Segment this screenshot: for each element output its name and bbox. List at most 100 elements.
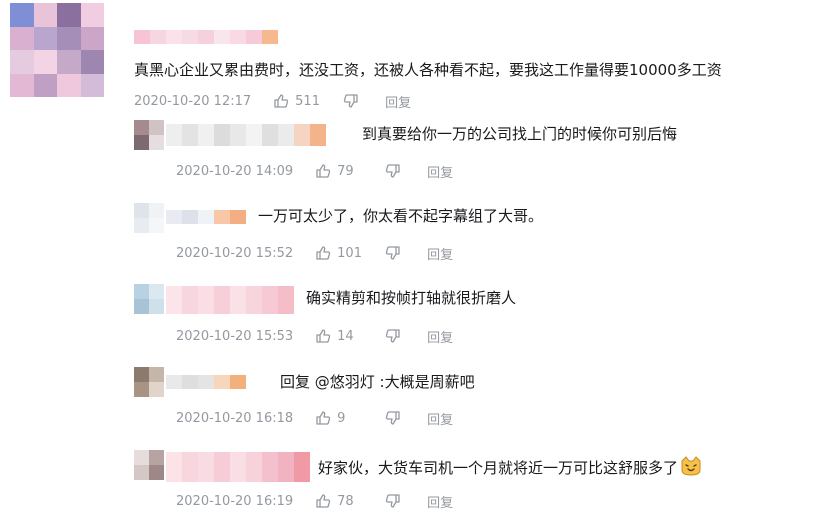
reply-button[interactable]: 回复 — [427, 409, 453, 428]
comment-timestamp: 2020-10-20 16:18 — [176, 410, 294, 426]
username[interactable] — [134, 30, 278, 44]
avatar-pixel — [80, 73, 104, 97]
username-pixel — [294, 452, 310, 482]
avatar-pixel — [10, 26, 34, 50]
reply-button[interactable]: 回复 — [427, 162, 453, 181]
thumbs-down-icon — [343, 94, 358, 108]
avatar[interactable] — [134, 203, 164, 233]
avatar-pixel — [80, 26, 104, 50]
username[interactable] — [166, 210, 246, 224]
like-count: 78 — [337, 493, 354, 509]
avatar-pixel — [57, 26, 81, 50]
username-pixel — [166, 210, 182, 224]
avatar[interactable] — [134, 284, 164, 314]
comment-timestamp: 2020-10-20 15:53 — [176, 328, 294, 344]
username[interactable] — [166, 375, 246, 389]
avatar-pixel — [33, 73, 57, 97]
avatar[interactable] — [134, 120, 164, 150]
username-pixel — [182, 210, 198, 224]
avatar-pixel — [149, 203, 164, 218]
avatar-pixel — [149, 450, 164, 465]
username-pixel — [230, 124, 246, 146]
username-pixel — [166, 375, 182, 389]
reply-button[interactable]: 回复 — [427, 492, 453, 511]
username-pixel — [246, 452, 262, 482]
dislike-button[interactable] — [385, 410, 401, 426]
thumbs-down-icon — [385, 494, 400, 508]
comment-text: 到真要给你一万的公司找上门的时候你可别后悔 — [362, 125, 678, 143]
comment-meta: 2020-10-20 15:52 101 回复 — [176, 243, 453, 263]
thumbs-up-icon — [274, 94, 289, 108]
username-pixel — [230, 30, 246, 44]
comment-text: 一万可太少了，你太看不起字幕组了大哥。 — [258, 207, 544, 225]
avatar-pixel — [33, 26, 57, 50]
username-pixel — [150, 30, 166, 44]
comment-timestamp: 2020-10-20 12:17 — [134, 93, 252, 109]
username[interactable] — [166, 452, 310, 482]
username[interactable] — [166, 124, 326, 146]
avatar[interactable] — [134, 450, 164, 480]
reply-button[interactable]: 回复 — [427, 327, 453, 346]
username-pixel — [310, 124, 326, 146]
avatar[interactable] — [10, 3, 104, 97]
avatar-pixel — [149, 465, 164, 480]
like-count: 9 — [337, 410, 346, 426]
avatar-pixel — [149, 299, 164, 314]
username-pixel — [246, 286, 262, 314]
like-count: 14 — [337, 328, 354, 344]
reply-button[interactable]: 回复 — [427, 244, 453, 263]
username-pixel — [214, 124, 230, 146]
username[interactable] — [166, 286, 294, 314]
avatar-pixel — [149, 284, 164, 299]
like-button[interactable]: 14 — [315, 328, 367, 344]
like-count: 511 — [295, 93, 320, 109]
thumbs-up-icon — [316, 411, 331, 425]
avatar-pixel — [149, 120, 164, 135]
comment-text: 确实精剪和按帧打轴就很折磨人 — [306, 289, 517, 307]
username-pixel — [214, 210, 230, 224]
avatar-pixel — [10, 3, 34, 27]
thumbs-up-icon — [316, 164, 331, 178]
avatar[interactable] — [134, 367, 164, 397]
username-pixel — [198, 452, 214, 482]
comment-meta: 2020-10-20 15:53 14 回复 — [176, 326, 453, 346]
avatar-pixel — [134, 203, 149, 218]
avatar-pixel — [134, 465, 149, 480]
cat-face-emoji-icon — [680, 456, 702, 481]
dislike-button[interactable] — [385, 493, 401, 509]
avatar-pixel — [80, 3, 104, 27]
username-pixel — [134, 30, 150, 44]
like-button[interactable]: 101 — [315, 245, 367, 261]
username-pixel — [182, 30, 198, 44]
username-pixel — [262, 124, 278, 146]
avatar-pixel — [57, 73, 81, 97]
username-pixel — [166, 124, 182, 146]
like-button[interactable]: 78 — [315, 493, 367, 509]
username-pixel — [278, 452, 294, 482]
comment-text: 回复 @悠羽灯 :大概是周薪吧 — [280, 373, 475, 391]
reply-button[interactable]: 回复 — [385, 92, 411, 111]
username-pixel — [294, 124, 310, 146]
dislike-button[interactable] — [385, 328, 401, 344]
username-pixel — [182, 286, 198, 314]
username-pixel — [246, 30, 262, 44]
avatar-pixel — [134, 218, 149, 233]
avatar-pixel — [80, 50, 104, 74]
username-pixel — [278, 286, 294, 314]
dislike-button[interactable] — [385, 245, 401, 261]
like-button[interactable]: 9 — [315, 410, 367, 426]
dislike-button[interactable] — [343, 93, 359, 109]
like-button[interactable]: 79 — [315, 163, 367, 179]
username-pixel — [262, 30, 278, 44]
username-pixel — [278, 124, 294, 146]
avatar-pixel — [33, 50, 57, 74]
avatar-pixel — [134, 450, 149, 465]
like-button[interactable]: 511 — [273, 93, 325, 109]
username-pixel — [166, 286, 182, 314]
like-count: 101 — [337, 245, 362, 261]
avatar-pixel — [134, 284, 149, 299]
dislike-button[interactable] — [385, 163, 401, 179]
username-pixel — [214, 375, 230, 389]
username-pixel — [230, 452, 246, 482]
username-pixel — [198, 210, 214, 224]
